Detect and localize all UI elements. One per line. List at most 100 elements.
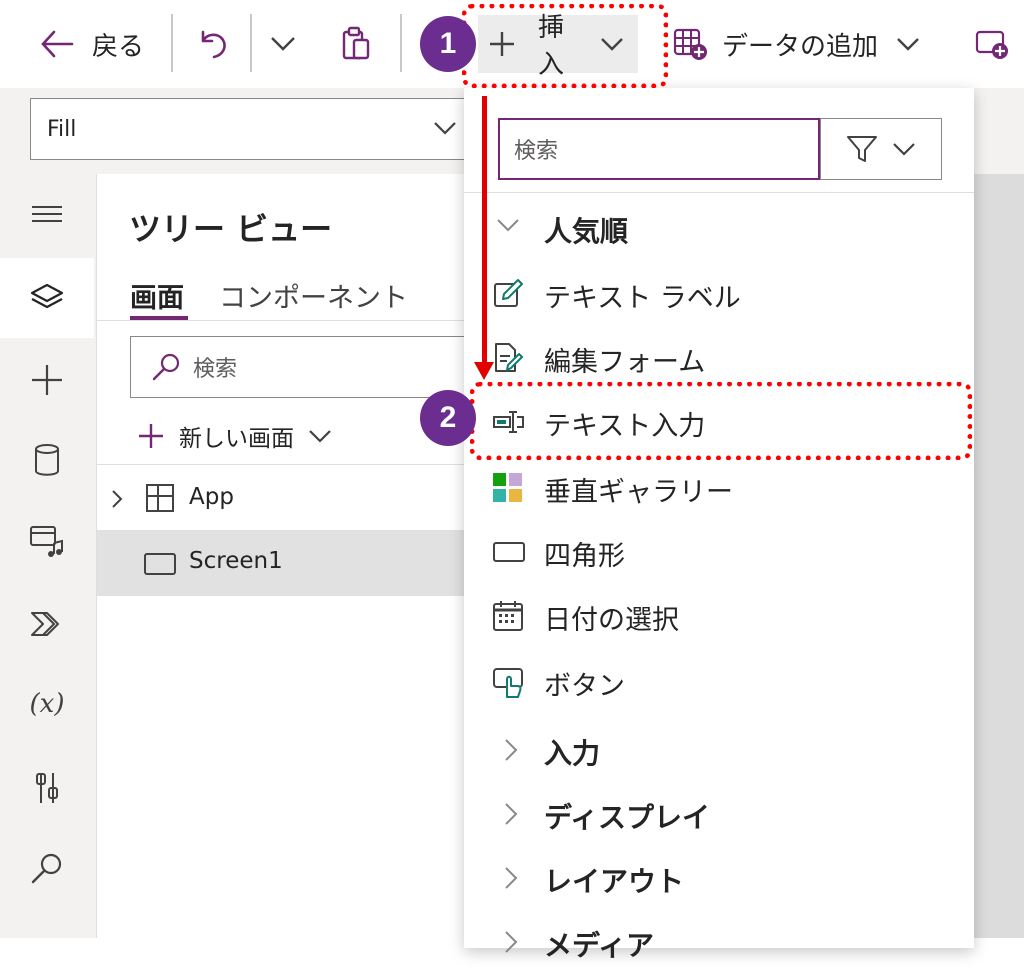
undo-icon — [196, 27, 230, 61]
add-data-button[interactable]: データの追加 — [672, 18, 920, 70]
new-screen-button[interactable]: 新しい画面 — [137, 416, 332, 456]
text-label-icon — [492, 278, 524, 310]
chevron-right-icon — [111, 489, 123, 509]
search-placeholder: 検索 — [193, 357, 238, 382]
add-data-label: データの追加 — [722, 31, 879, 62]
menu-item-rectangle[interactable]: 四角形 — [464, 520, 974, 584]
new-screen-label: 新しい画面 — [179, 426, 294, 452]
undo-dropdown-button[interactable] — [270, 18, 296, 70]
tree-item-label: Screen1 — [189, 548, 283, 574]
tab-screens[interactable]: 画面 — [130, 276, 184, 315]
menu-item-label: 編集フォーム — [544, 347, 706, 378]
menu-item-label: 垂直ギャラリー — [544, 477, 733, 508]
screen-add-icon — [974, 27, 1010, 61]
menu-item-label: ボタン — [544, 671, 625, 702]
category-display[interactable]: ディスプレイ — [464, 782, 974, 846]
section-divider — [97, 464, 467, 465]
clipboard-icon — [340, 26, 372, 62]
property-value: Fill — [47, 116, 77, 142]
new-screen-toolbar-button[interactable] — [974, 18, 1010, 70]
tab-components[interactable]: コンポーネント — [219, 276, 408, 315]
category-label: 人気順 — [544, 215, 629, 248]
tree-view-button[interactable] — [0, 258, 94, 338]
search-icon — [30, 851, 64, 885]
property-selector[interactable]: Fill — [30, 98, 468, 160]
plus-icon — [137, 422, 165, 450]
step-badge-1: 1 — [420, 16, 476, 72]
insert-rail-button[interactable] — [0, 340, 94, 420]
filter-button[interactable] — [820, 118, 942, 180]
menu-item-label: 日付の選択 — [544, 605, 679, 636]
toolbar-separator — [171, 14, 173, 72]
chevron-down-icon — [496, 218, 528, 250]
plus-icon — [30, 363, 64, 397]
menu-item-label: テキスト ラベル — [544, 283, 741, 314]
button-icon — [492, 666, 524, 698]
power-automate-rail-button[interactable] — [0, 584, 94, 664]
panel-title: ツリー ビュー — [129, 210, 333, 248]
variables-icon: (x) — [29, 689, 65, 719]
chevron-down-icon — [896, 37, 920, 51]
category-label: メディア — [544, 929, 655, 962]
screen-icon — [143, 552, 177, 576]
variables-rail-button[interactable]: (x) — [0, 664, 94, 744]
search-rail-button[interactable] — [0, 828, 94, 908]
category-label: レイアウト — [544, 865, 685, 898]
hamburger-menu-button[interactable] — [0, 174, 94, 254]
chevron-right-icon — [504, 930, 536, 962]
left-rail: (x) — [0, 174, 96, 938]
edit-form-icon — [492, 342, 524, 374]
category-input[interactable]: 入力 — [464, 718, 974, 782]
chevron-down-icon — [270, 36, 296, 52]
toolbar-separator — [400, 14, 402, 72]
category-popular[interactable]: 人気順 — [464, 196, 974, 260]
category-layout[interactable]: レイアウト — [464, 846, 974, 910]
search-placeholder: 検索 — [514, 139, 559, 164]
annotation-arrow-head — [474, 362, 494, 380]
insert-menu: 検索 人気順 テキスト ラベル 編集フォーム テキスト入力 垂直ギャラリー 四角… — [464, 88, 974, 962]
chevron-down-icon — [433, 121, 457, 135]
rectangle-icon — [492, 536, 525, 568]
highlight-insert — [462, 4, 668, 88]
menu-item-button[interactable]: ボタン — [464, 650, 974, 714]
media-icon — [28, 523, 66, 557]
tree-search-input[interactable]: 検索 — [130, 336, 475, 398]
menu-item-text-label[interactable]: テキスト ラベル — [464, 262, 974, 326]
annotation-arrow-line — [482, 96, 487, 366]
insert-search-input[interactable]: 検索 — [498, 118, 820, 180]
chevron-down-icon — [308, 429, 332, 443]
tree-item-screen1[interactable]: Screen1 — [97, 530, 467, 596]
highlight-text-input — [470, 382, 972, 460]
chevron-right-icon — [504, 866, 536, 898]
menu-item-date-picker[interactable]: 日付の選択 — [464, 584, 974, 648]
category-label: 入力 — [544, 737, 601, 770]
back-arrow-icon — [40, 29, 74, 59]
hamburger-icon — [30, 204, 64, 224]
paste-button[interactable] — [340, 18, 372, 70]
chevron-right-icon — [504, 802, 536, 834]
back-label: 戻る — [92, 31, 145, 62]
search-icon — [151, 352, 181, 382]
back-button[interactable]: 戻る — [40, 18, 144, 70]
chevron-right-icon — [504, 738, 536, 770]
menu-item-label: 四角形 — [544, 541, 625, 572]
media-rail-button[interactable] — [0, 500, 94, 580]
advanced-tools-rail-button[interactable] — [0, 748, 94, 828]
gallery-icon — [492, 472, 524, 504]
chevron-down-icon — [892, 142, 916, 156]
step-badge-2: 2 — [420, 390, 476, 446]
tab-divider — [97, 320, 467, 321]
category-media[interactable]: メディア — [464, 910, 974, 974]
menu-item-edit-form[interactable]: 編集フォーム — [464, 326, 974, 390]
category-label: ディスプレイ — [544, 801, 711, 834]
table-add-icon — [672, 27, 708, 61]
menu-item-vertical-gallery[interactable]: 垂直ギャラリー — [464, 456, 974, 520]
tree-item-app[interactable]: App — [97, 466, 467, 532]
tree-item-label: App — [189, 484, 234, 510]
toolbar-separator — [250, 14, 252, 72]
app-icon — [145, 483, 175, 513]
data-rail-button[interactable] — [0, 420, 94, 500]
undo-button[interactable] — [196, 18, 230, 70]
calendar-icon — [492, 600, 524, 632]
filter-icon — [846, 134, 878, 164]
